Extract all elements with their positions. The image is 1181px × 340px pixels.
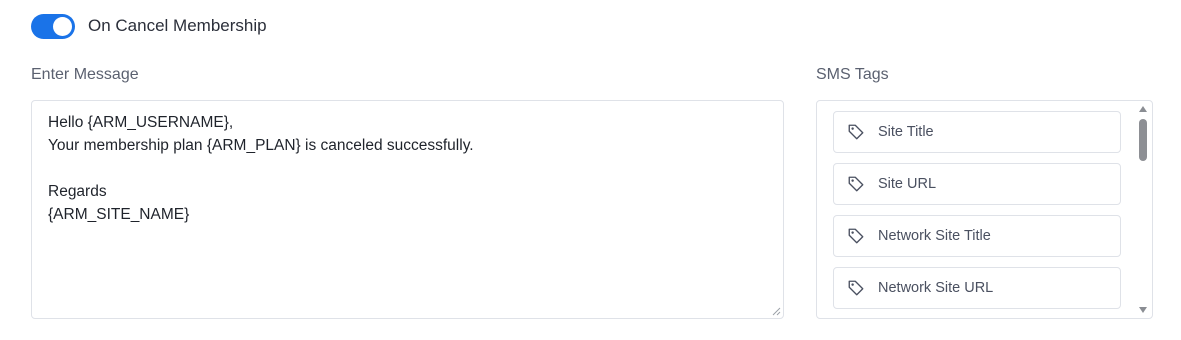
- cancel-membership-toggle[interactable]: [31, 14, 75, 39]
- toggle-label: On Cancel Membership: [88, 16, 267, 35]
- toggle-knob: [53, 17, 72, 36]
- tag-item-network-site-url[interactable]: Network Site URL: [833, 267, 1121, 309]
- tag-icon: [847, 123, 865, 141]
- tag-item-site-url[interactable]: Site URL: [833, 163, 1121, 205]
- scroll-thumb[interactable]: [1139, 119, 1147, 161]
- resize-grip-icon[interactable]: [771, 306, 781, 316]
- tag-label: Network Site URL: [878, 280, 994, 296]
- tag-label: Site Title: [878, 124, 934, 140]
- tag-item-network-site-title[interactable]: Network Site Title: [833, 215, 1121, 257]
- sms-tags-label: SMS Tags: [816, 66, 889, 83]
- tag-item-site-title[interactable]: Site Title: [833, 111, 1121, 153]
- enter-message-label: Enter Message: [31, 66, 139, 83]
- tag-icon: [847, 227, 865, 245]
- message-textarea[interactable]: Hello {ARM_USERNAME}, Your membership pl…: [31, 100, 784, 319]
- scrollbar[interactable]: [1137, 104, 1149, 315]
- scroll-up-arrow-icon[interactable]: [1139, 106, 1147, 112]
- tag-label: Network Site Title: [878, 228, 991, 244]
- tag-icon: [847, 279, 865, 297]
- sms-tags-list[interactable]: Site Title Site URL Network Site Title N…: [816, 100, 1153, 319]
- sms-notification-settings: On Cancel Membership Enter Message SMS T…: [0, 0, 1181, 340]
- tag-label: Site URL: [878, 176, 937, 192]
- scroll-down-arrow-icon[interactable]: [1139, 307, 1147, 313]
- tag-icon: [847, 175, 865, 193]
